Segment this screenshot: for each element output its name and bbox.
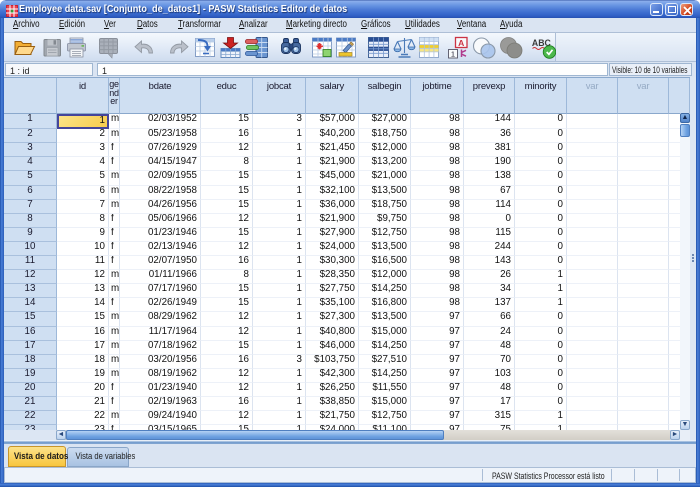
svg-text:A: A xyxy=(458,38,464,48)
svg-text:1: 1 xyxy=(451,50,455,59)
